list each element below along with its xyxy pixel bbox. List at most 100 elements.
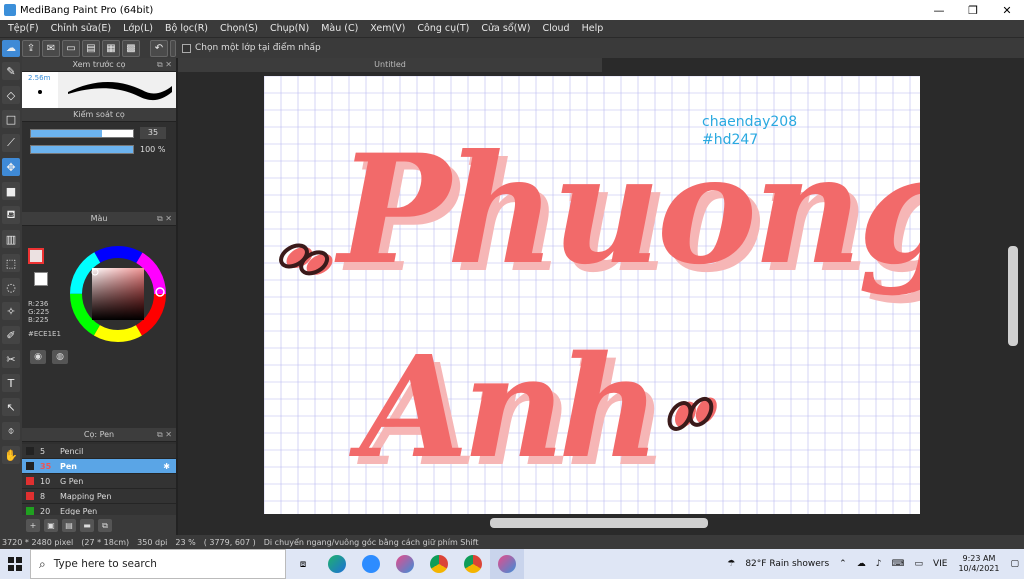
document-icon[interactable]: ▤ [62,518,76,532]
weather-icon[interactable]: ☂ [727,559,735,569]
keyboard-icon[interactable]: ⌨ [891,559,904,569]
brush-color-swatch [26,447,34,455]
menu-edit[interactable]: Chỉnh sửa(E) [51,23,112,34]
brush-size-value[interactable]: 35 [140,127,166,139]
medibang-active-icon[interactable] [490,549,524,579]
menu-cloud[interactable]: Cloud [542,23,569,34]
menu-select[interactable]: Chọn(S) [220,23,258,34]
fill-shape-tool-icon[interactable]: ■ [2,182,20,200]
canvas[interactable]: Phuong Phuong Anh Anh chaenday208 #hd247 [263,75,971,514]
notification-icon[interactable]: ▢ [1010,559,1019,569]
brush-list-item[interactable]: 8 Mapping Pen [22,489,176,504]
chat-icon[interactable]: ✉ [42,39,60,57]
copy-icon[interactable]: ⧉ [98,518,112,532]
side-panel: Xem trước cọ ⧉ ✕ 2.56m Kiểm soát cọ 35 1… [22,58,176,535]
brush-size-fill [31,129,103,137]
menu-help[interactable]: Help [582,23,604,34]
save-icon[interactable]: ▣ [44,518,58,532]
undo-icon[interactable]: ↶ [150,39,168,57]
edge-icon[interactable] [320,549,354,579]
brush-control-title: Kiểm soát cọ [73,110,125,119]
cloud-icon[interactable]: ☁ [2,39,20,57]
popout-icon[interactable]: ⧉ ✕ [157,212,172,226]
add-icon[interactable]: + [26,518,40,532]
brush-name-label: Mapping Pen [60,491,112,501]
brush-list-item[interactable]: 5 Pencil [22,444,176,459]
cloud-tray-icon[interactable]: ☁ [857,559,866,569]
medibang-icon[interactable] [388,549,422,579]
lettering-line1: Phuong [334,122,920,298]
rectangle-tool-icon[interactable]: □ [2,110,20,128]
brush-opacity-slider[interactable]: 100 % [30,144,170,154]
maximize-button[interactable]: ❐ [956,0,990,20]
menu-view[interactable]: Xem(V) [370,23,405,34]
magic-wand-tool-icon[interactable]: ✧ [2,302,20,320]
line-tool-icon[interactable]: ⟋ [2,134,20,152]
menu-tools[interactable]: Công cụ(T) [417,23,469,34]
palette-icon[interactable]: ◉ [30,350,46,364]
comment-icon[interactable]: ▭ [62,39,80,57]
popout-icon[interactable]: ⧉ ✕ [157,428,172,442]
lasso-tool-icon[interactable]: ◌ [2,278,20,296]
popout-icon[interactable]: ⧉ ✕ [157,58,172,72]
chrome-icon[interactable] [422,549,456,579]
color-wheel[interactable] [68,244,168,344]
document-tab[interactable]: Untitled [178,58,602,72]
brush-size-track[interactable] [30,128,134,138]
select-pen-tool-icon[interactable]: ✐ [2,326,20,344]
gear-icon[interactable]: ✱ [163,462,170,471]
share-icon[interactable]: ⇪ [22,39,40,57]
foreground-color-swatch[interactable] [28,248,44,264]
brush-list-title: Cọ: Pen [83,430,115,439]
select-layer-checkbox[interactable]: Chọn một lớp tại điểm nhấp [182,43,321,53]
brush-opacity-fill [31,145,133,153]
horizontal-scrollbar[interactable] [178,516,998,530]
windows-start-icon[interactable] [0,549,30,579]
display-icon[interactable]: ▭ [914,559,923,569]
close-button[interactable]: ✕ [990,0,1024,20]
select-eraser-tool-icon[interactable]: ✂ [2,350,20,368]
horizontal-scroll-thumb[interactable] [490,518,708,528]
color-picker-icon[interactable]: ◍ [52,350,68,364]
bucket-tool-icon[interactable]: ⛾ [2,206,20,224]
brush-list-item[interactable]: 35 Pen ✱ [22,459,176,474]
menu-capture[interactable]: Chụp(N) [270,23,309,34]
checkbox-box[interactable] [182,43,191,53]
speaker-icon[interactable]: ♪ [876,559,882,569]
menu-filter[interactable]: Bộ lọc(R) [165,23,208,34]
eyedropper-tool-icon[interactable]: ⌽ [2,422,20,440]
folder-icon[interactable]: ▬ [80,518,94,532]
brush-tool-icon[interactable]: ✎ [2,62,20,80]
eraser-tool-icon[interactable]: ◇ [2,86,20,104]
minimize-button[interactable]: — [922,0,956,20]
task-view-icon[interactable]: ⧈ [286,549,320,579]
grid-icon[interactable]: ▩ [122,39,140,57]
menu-layer[interactable]: Lớp(L) [123,23,153,34]
vertical-scrollbar[interactable] [1006,76,1020,516]
document-icon[interactable]: ▤ [82,39,100,57]
menu-window[interactable]: Cửa sổ(W) [481,23,530,34]
move-tool-icon[interactable]: ✥ [2,158,20,176]
menu-color[interactable]: Màu (C) [321,23,358,34]
leaf-decoration-right [667,396,717,431]
brush-size-slider[interactable]: 35 [30,127,170,139]
hand-tool-icon[interactable]: ✋ [2,446,20,464]
vertical-scroll-thumb[interactable] [1008,246,1018,346]
operation-tool-icon[interactable]: ↖ [2,398,20,416]
zoom-icon[interactable] [354,549,388,579]
chrome-profile-icon[interactable] [456,549,490,579]
clock[interactable]: 9:23 AM 10/4/2021 [958,554,999,574]
taskbar-search[interactable]: ⌕ Type here to search [30,549,286,579]
text-tool-icon[interactable]: T [2,374,20,392]
brush-list-item[interactable]: 10 G Pen [22,474,176,489]
background-color-swatch[interactable] [34,272,48,286]
gradient-tool-icon[interactable]: ▥ [2,230,20,248]
brush-opacity-track[interactable] [30,144,134,154]
chevron-up-icon[interactable]: ⌃ [839,559,847,569]
title-bar: MediBang Paint Pro (64bit) — ❐ ✕ [0,0,1024,20]
layers-icon[interactable]: ▦ [102,39,120,57]
menu-file[interactable]: Tệp(F) [8,23,39,34]
select-rect-tool-icon[interactable]: ⬚ [2,254,20,272]
language-indicator[interactable]: VIE [933,559,948,569]
weather-text[interactable]: 82°F Rain showers [745,559,829,569]
